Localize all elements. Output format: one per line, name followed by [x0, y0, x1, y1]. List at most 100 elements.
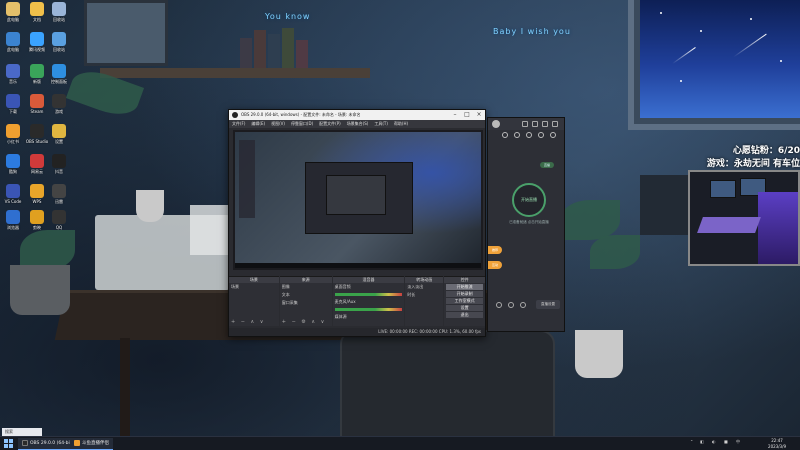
menu-tools[interactable]: 工具(T): [374, 120, 388, 128]
obs-window[interactable]: OBS 29.0.0 (64-bit, windows) - 配置文件: 未命名…: [228, 109, 486, 337]
desktop-icon[interactable]: 酷狗: [0, 154, 26, 174]
dock-scenes[interactable]: 场景 场景 + − ∧ ∨: [229, 276, 279, 326]
source-item[interactable]: 图像: [280, 283, 332, 291]
start-streaming-button[interactable]: 开始推流: [446, 284, 483, 290]
desktop-icon[interactable]: 迅雷: [46, 184, 72, 204]
exit-button[interactable]: 退出: [446, 312, 483, 318]
side-tab-interact[interactable]: 互动: [488, 261, 502, 269]
dock-controls[interactable]: 控件 开始推流 开始录制 工作室模式 设置 退出: [444, 276, 485, 326]
taskbar-item-douyu[interactable]: 斗鱼直播伴侣: [70, 438, 113, 450]
live-settings-button[interactable]: 直播设置: [536, 300, 560, 309]
dock-sources[interactable]: 来源 图像 文本 窗口采集 + − ⚙ ∧ ∨: [279, 276, 332, 326]
source-item[interactable]: 窗口采集: [280, 299, 332, 307]
desktop-icon-label: 抖音: [55, 169, 63, 174]
star: [660, 12, 662, 14]
obs-statusbar: LIVE: 00:00:00 REC: 00:00:00 CPU: 1.3%, …: [229, 328, 485, 336]
tray-app-icon[interactable]: ■: [724, 439, 728, 444]
app-icon: [6, 184, 20, 198]
minimize-icon[interactable]: [542, 121, 548, 127]
menu-help[interactable]: 帮助(H): [394, 120, 408, 128]
avatar[interactable]: [492, 120, 500, 128]
transition-select[interactable]: 淡入淡出: [405, 283, 443, 291]
app-icon: [6, 32, 20, 46]
app-icon: [6, 124, 20, 138]
desktop-icon[interactable]: 回收站: [46, 2, 72, 22]
app-icon: [52, 184, 66, 198]
stream-tool-window[interactable]: 直播 开始直播 已准备就绪 点击开始直播 推荐 互动 直播设置: [487, 117, 565, 332]
desktop-icon[interactable]: 音乐: [0, 64, 26, 84]
obs-titlebar[interactable]: OBS 29.0.0 (64-bit, windows) - 配置文件: 未命名…: [229, 110, 485, 120]
desktop-icon[interactable]: 游戏: [46, 94, 72, 114]
desktop-icon[interactable]: 此电脑: [0, 32, 26, 52]
menu-file[interactable]: 文件(F): [232, 120, 245, 128]
menu-profile[interactable]: 配置文件(P): [319, 120, 341, 128]
close-icon[interactable]: ×: [473, 110, 485, 120]
tray-chevron-icon[interactable]: ⌃: [690, 439, 693, 444]
scene-item[interactable]: 场景: [229, 283, 279, 291]
studio-mode-button[interactable]: 工作室模式: [446, 298, 483, 304]
lyric-line-1: You know: [265, 12, 311, 21]
book: [282, 28, 294, 68]
effects-icon[interactable]: [496, 302, 502, 308]
desktop-icon[interactable]: QQ: [46, 210, 72, 230]
start-live-button[interactable]: 开始直播: [512, 183, 546, 217]
tray-volume-icon[interactable]: ◐: [712, 439, 716, 444]
bell-icon[interactable]: [538, 132, 544, 138]
desktop-icon[interactable]: 抖音: [46, 154, 72, 174]
camera-icon[interactable]: [502, 132, 508, 138]
source-item[interactable]: 文本: [280, 291, 332, 299]
taskbar-clock[interactable]: 22:47 2023/3/9: [768, 438, 786, 450]
dock-transitions[interactable]: 转场动画 淡入淡出 时长: [405, 276, 444, 326]
comet: [672, 47, 696, 64]
app-icon: [6, 94, 20, 108]
wall-picture: [84, 0, 168, 66]
search-box[interactable]: 搜索: [2, 428, 42, 436]
menu-edit[interactable]: 编辑(E): [251, 120, 265, 128]
mic-icon[interactable]: [526, 132, 532, 138]
desktop-icon[interactable]: 控制面板: [46, 64, 72, 84]
source-toolbar[interactable]: + − ⚙ ∧ ∨: [282, 319, 327, 325]
minimize-icon[interactable]: –: [449, 110, 461, 120]
desktop-icon[interactable]: 浏览器: [0, 210, 26, 230]
message-icon[interactable]: [522, 121, 528, 127]
book: [240, 38, 252, 68]
menu-docks[interactable]: 停靠窗口(D): [291, 120, 313, 128]
menu-scene-collection[interactable]: 场景集合(S): [347, 120, 369, 128]
tray-input-method[interactable]: 中: [736, 439, 740, 445]
gift-icon[interactable]: [532, 121, 538, 127]
maximize-icon[interactable]: □: [461, 110, 473, 120]
preview-nested-obs-inner: [326, 175, 386, 215]
scene-toolbar[interactable]: + − ∧ ∨: [231, 319, 265, 325]
audio-meter: [334, 308, 403, 311]
tool-toolbar: [488, 130, 564, 140]
dock-mixer[interactable]: 混音器 桌面音频 麦克风/Aux 媒体源: [332, 276, 405, 326]
desktop-icon[interactable]: 下载: [0, 94, 26, 114]
windows-start-icon[interactable]: [4, 439, 13, 448]
audio-meter: [334, 293, 403, 296]
gear-icon[interactable]: [520, 302, 526, 308]
tool-header: [488, 118, 564, 130]
beauty-icon[interactable]: [508, 302, 514, 308]
wall-shelf: [100, 68, 370, 78]
close-icon[interactable]: [552, 121, 558, 127]
start-recording-button[interactable]: 开始录制: [446, 291, 483, 297]
wallpaper-window: [628, 0, 800, 130]
settings-button[interactable]: 设置: [446, 305, 483, 311]
side-tab-recommend[interactable]: 推荐: [488, 246, 502, 254]
obs-preview[interactable]: [233, 130, 483, 270]
app-icon: [30, 32, 44, 46]
comet: [733, 33, 767, 58]
screen-icon[interactable]: [514, 132, 520, 138]
tray-network-icon[interactable]: ◧: [700, 439, 704, 444]
share-icon[interactable]: [550, 132, 556, 138]
desktop-icon[interactable]: 小红书: [0, 124, 26, 144]
desktop-icon[interactable]: 设置: [46, 124, 72, 144]
desktop-icon[interactable]: VS Code: [0, 184, 26, 204]
menu-view[interactable]: 视图(V): [271, 120, 285, 128]
transition-duration[interactable]: 时长: [405, 291, 443, 299]
desktop-icon[interactable]: 回收站: [46, 32, 72, 52]
desktop-icon[interactable]: 此电脑: [0, 2, 26, 22]
app-icon: [30, 64, 44, 78]
dock-controls-title: 控件: [444, 277, 485, 283]
desktop-icons: 此电脑 文档 回收站 此电脑 腾讯视频 回收站 音乐 新版 控制面板 下载 St…: [0, 0, 75, 235]
